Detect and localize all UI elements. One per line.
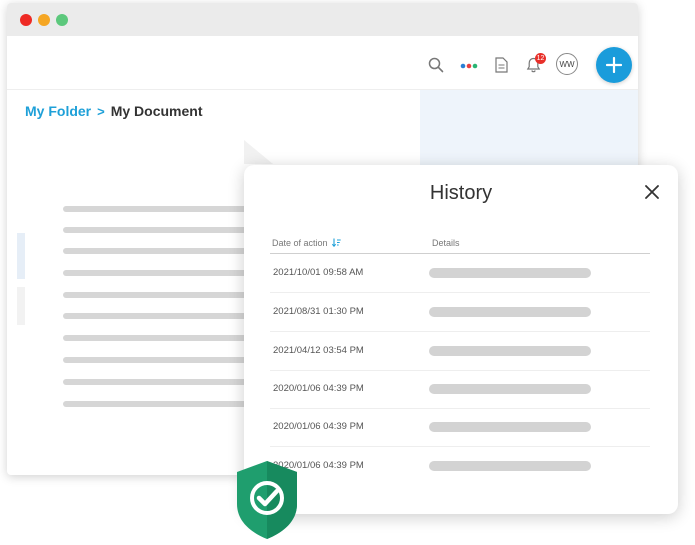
shield-check-icon [236, 460, 298, 540]
sort-icon [331, 238, 341, 248]
doc-text-line [63, 227, 248, 233]
doc-text-line [63, 335, 248, 341]
document-preview [33, 140, 273, 474]
title-bar [7, 3, 638, 36]
maximize-window-button[interactable] [56, 14, 68, 26]
doc-text-line [63, 248, 248, 254]
doc-text-line [63, 379, 248, 385]
breadcrumb-folder-link[interactable]: My Folder [25, 103, 91, 119]
close-icon [645, 185, 659, 199]
column-header-date[interactable]: Date of action [272, 238, 341, 248]
history-dialog: History Date of action Details 2021/10/0… [244, 165, 678, 514]
row-details-placeholder [429, 307, 591, 317]
plus-icon [606, 57, 622, 73]
table-row[interactable]: 2021/08/31 01:30 PM [270, 293, 650, 332]
table-row[interactable]: 2020/01/06 04:39 PM [270, 370, 650, 409]
add-button[interactable] [596, 47, 632, 83]
doc-text-line [63, 292, 248, 298]
breadcrumb-current: My Document [110, 103, 203, 119]
list-item-highlight [17, 233, 25, 279]
column-header-details: Details [432, 238, 460, 248]
search-icon[interactable] [428, 57, 444, 73]
table-row[interactable]: 2020/01/06 04:39 PM [270, 447, 650, 485]
doc-text-line [63, 357, 248, 363]
close-button[interactable] [642, 182, 662, 202]
table-row[interactable]: 2021/04/12 03:54 PM [270, 332, 650, 371]
avatar[interactable]: WW [556, 53, 578, 75]
row-date: 2021/04/12 03:54 PM [273, 345, 364, 356]
row-details-placeholder [429, 461, 591, 471]
row-details-placeholder [429, 422, 591, 432]
doc-text-line [63, 270, 248, 276]
top-toolbar: 12 WW [7, 36, 638, 90]
dialog-title: History [429, 182, 493, 204]
row-date: 2020/01/06 04:39 PM [273, 383, 364, 394]
row-date: 2020/01/06 04:39 PM [273, 421, 364, 432]
doc-text-line [63, 206, 248, 212]
document-icon[interactable] [495, 57, 508, 73]
apps-dots-icon[interactable] [460, 63, 478, 69]
row-date: 2021/08/31 01:30 PM [273, 306, 364, 317]
row-details-placeholder [429, 346, 591, 356]
doc-text-line [63, 401, 248, 407]
minimize-window-button[interactable] [38, 14, 50, 26]
row-details-placeholder [429, 384, 591, 394]
column-header-date-label: Date of action [272, 238, 328, 248]
list-item [17, 287, 25, 325]
row-details-placeholder [429, 268, 591, 278]
breadcrumb-separator: > [97, 103, 105, 119]
table-row[interactable]: 2021/10/01 09:58 AM [270, 254, 650, 293]
notification-badge: 12 [535, 53, 546, 64]
close-window-button[interactable] [20, 14, 32, 26]
doc-text-line [63, 313, 248, 319]
row-date: 2021/10/01 09:58 AM [273, 267, 364, 278]
table-row[interactable]: 2020/01/06 04:39 PM [270, 408, 650, 447]
breadcrumb: My Folder > My Document [25, 103, 203, 119]
notifications-button[interactable]: 12 [526, 53, 546, 73]
